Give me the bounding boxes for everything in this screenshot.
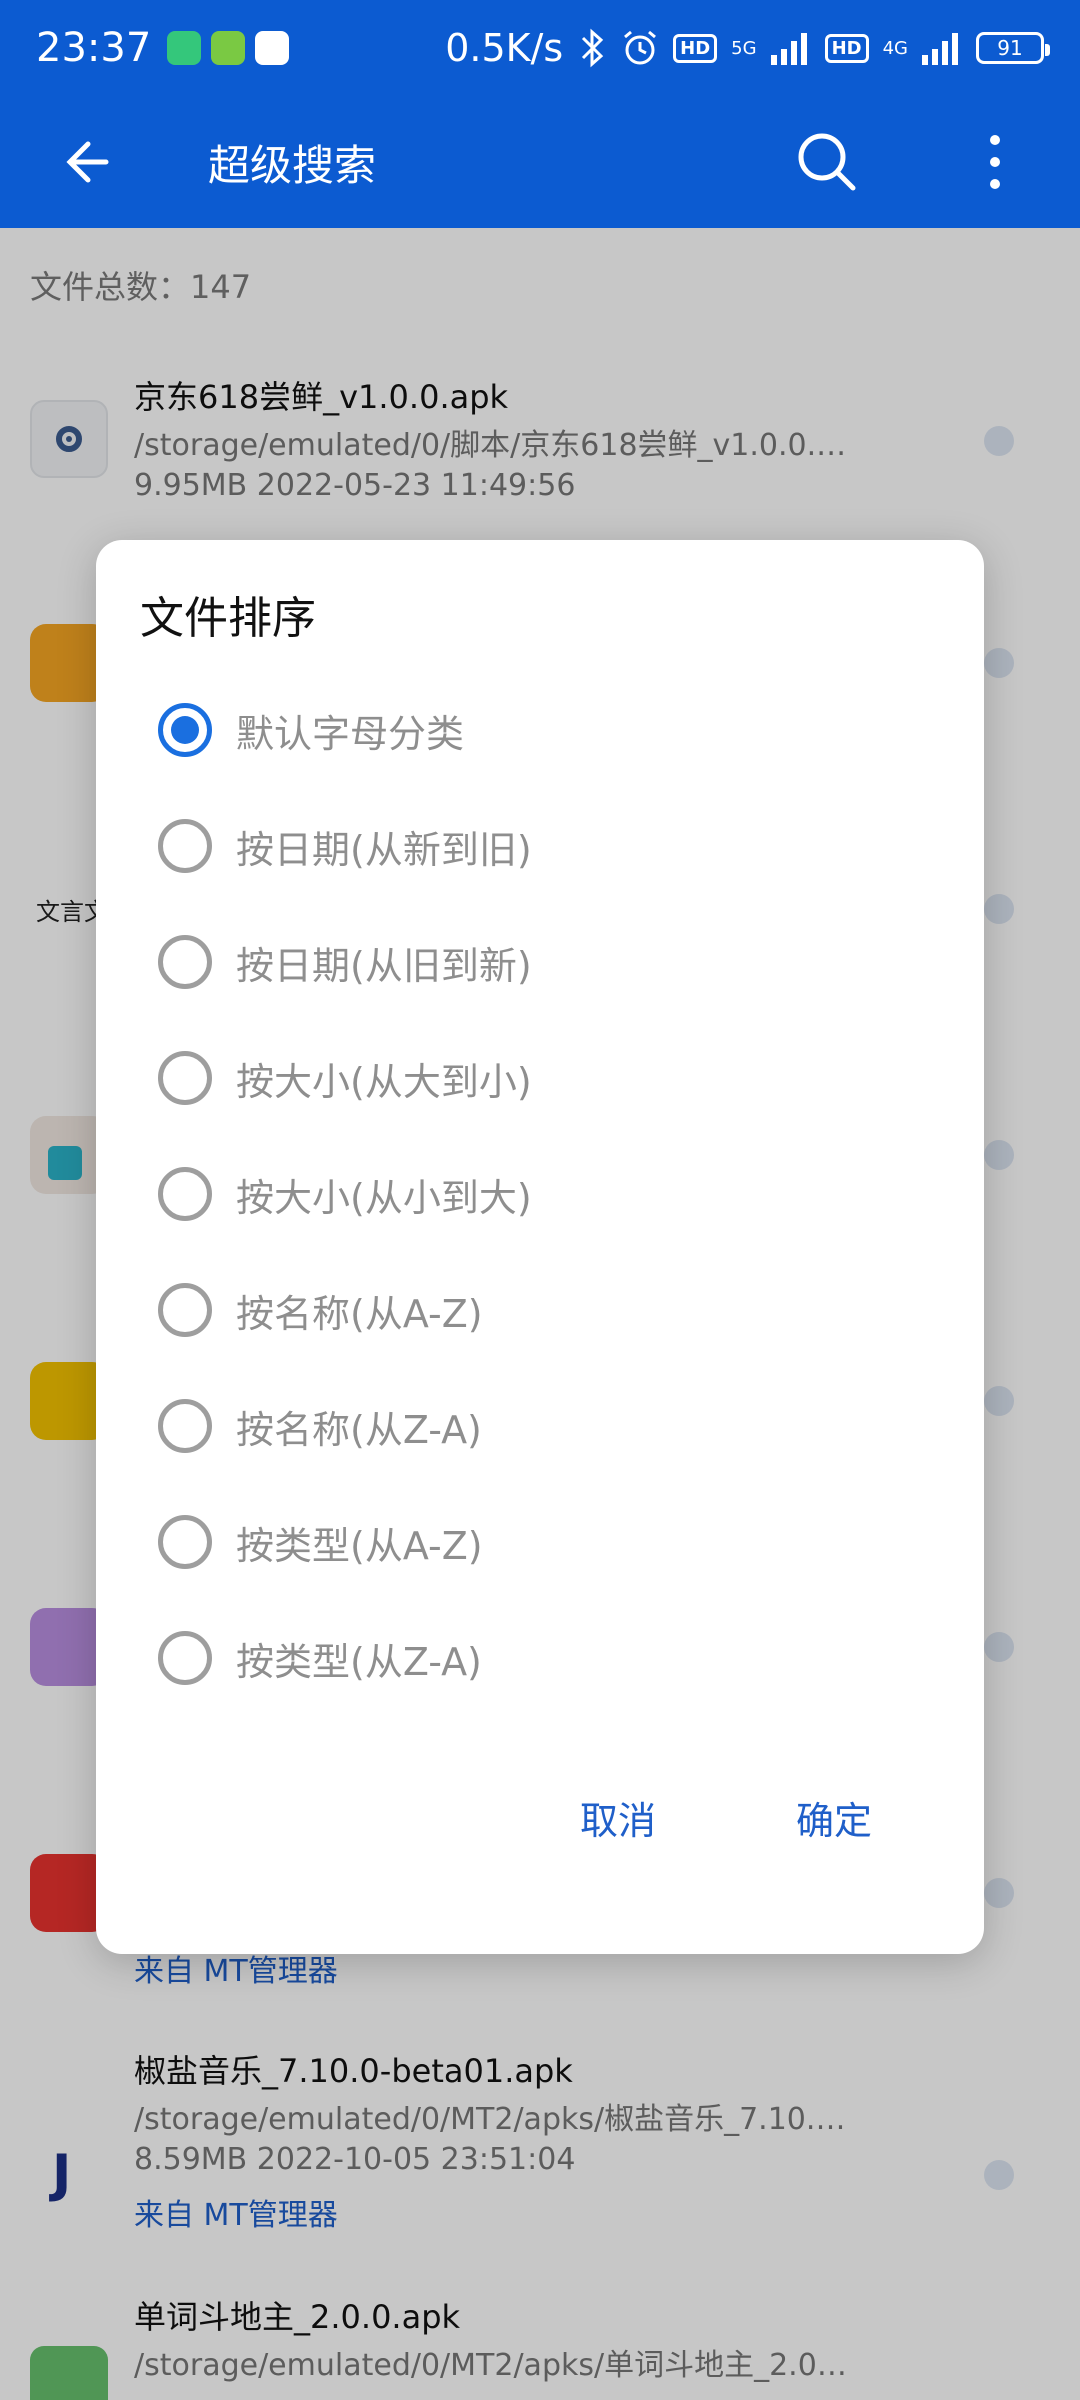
radio-unchecked-icon[interactable]: [158, 1051, 212, 1105]
signal-icon-2: [922, 33, 958, 65]
network-type-5g: 5G: [731, 37, 757, 59]
more-vert-icon[interactable]: [980, 132, 1010, 192]
sort-option-type-a-z[interactable]: 按类型(从A-Z): [158, 1492, 918, 1592]
hd-badge: HD: [673, 33, 718, 63]
radio-unchecked-icon[interactable]: [158, 935, 212, 989]
radio-unchecked-icon[interactable]: [158, 819, 212, 873]
cancel-button[interactable]: 取消: [580, 1790, 656, 1845]
option-label: 按名称(从Z-A): [236, 1407, 482, 1452]
sort-dialog: 文件排序 默认字母分类 按日期(从新到旧) 按日期(从旧到新) 按大小(从大到小…: [96, 540, 984, 1954]
status-time: 23:37: [36, 25, 152, 71]
battery-level: 91: [997, 36, 1023, 60]
sort-option-size-large-small[interactable]: 按大小(从大到小): [158, 1028, 918, 1128]
notification-icons: [167, 31, 290, 65]
sort-option-size-small-large[interactable]: 按大小(从小到大): [158, 1144, 918, 1244]
option-label: 按大小(从大到小): [236, 1059, 532, 1104]
confirm-button[interactable]: 确定: [796, 1790, 872, 1845]
bluetooth-icon: [582, 28, 604, 68]
radio-unchecked-icon[interactable]: [158, 1399, 212, 1453]
status-right: 0.5K/s HD 5G HD 4G 91: [445, 26, 1050, 70]
option-label: 按日期(从新到旧): [236, 827, 532, 872]
option-label: 按大小(从小到大): [236, 1175, 532, 1220]
sort-option-type-z-a[interactable]: 按类型(从Z-A): [158, 1608, 918, 1708]
shield-icon: [167, 31, 202, 65]
net-speed: 0.5K/s: [445, 26, 564, 70]
radio-unchecked-icon[interactable]: [158, 1283, 212, 1337]
radio-unchecked-icon[interactable]: [158, 1167, 212, 1221]
dialog-title: 文件排序: [140, 593, 316, 644]
option-label: 按类型(从Z-A): [236, 1639, 482, 1684]
sort-option-name-z-a[interactable]: 按名称(从Z-A): [158, 1376, 918, 1476]
sort-option-date-old-new[interactable]: 按日期(从旧到新): [158, 912, 918, 1012]
radio-unchecked-icon[interactable]: [158, 1515, 212, 1569]
search-icon[interactable]: [795, 130, 857, 192]
alarm-icon: [624, 30, 657, 65]
option-label: 按名称(从A-Z): [236, 1291, 483, 1336]
sort-option-date-new-old[interactable]: 按日期(从新到旧): [158, 796, 918, 896]
sort-option-name-a-z[interactable]: 按名称(从A-Z): [158, 1260, 918, 1360]
battery-icon: 91: [976, 32, 1050, 64]
app-bar: 超级搜索: [0, 96, 1080, 228]
page-title: 超级搜索: [208, 140, 377, 190]
network-type-4g: 4G: [882, 37, 908, 59]
option-label: 默认字母分类: [236, 711, 465, 756]
back-arrow-icon[interactable]: [60, 132, 120, 192]
radio-checked-icon[interactable]: [158, 703, 212, 757]
app-notification-icon: [255, 31, 290, 65]
signal-icon: [770, 33, 807, 65]
status-bar: 23:37 0.5K/s HD 5G HD 4G 91: [0, 0, 1080, 96]
option-label: 按日期(从旧到新): [236, 943, 532, 988]
radio-unchecked-icon[interactable]: [158, 1631, 212, 1685]
hd-badge-2: HD: [824, 33, 869, 63]
download-icon: [211, 31, 246, 65]
option-label: 按类型(从A-Z): [236, 1523, 483, 1568]
sort-option-default[interactable]: 默认字母分类: [158, 680, 918, 780]
